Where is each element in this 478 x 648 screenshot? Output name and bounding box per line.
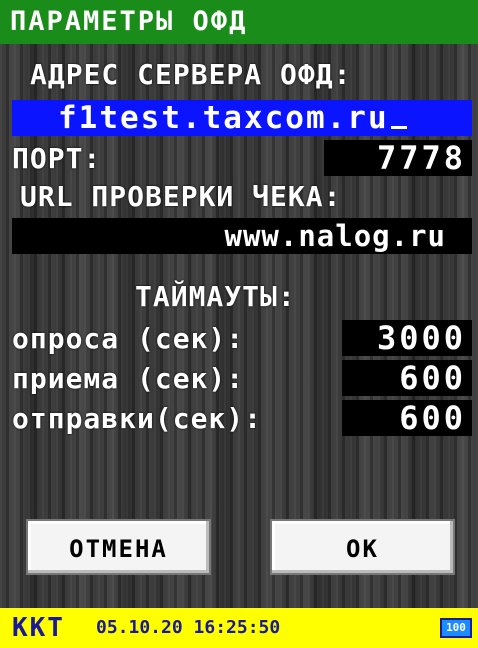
receipt-check-url-field[interactable]: www.nalog.ru	[12, 218, 472, 254]
server-address-label: АДРЕС СЕРВЕРА ОФД:	[30, 58, 352, 91]
text-cursor	[390, 100, 407, 129]
port-field[interactable]: 7778	[324, 140, 472, 176]
cancel-button[interactable]: ОТМЕНА	[26, 519, 211, 575]
status-bar: ККТ 05.10.20 16:25:50 100	[0, 608, 478, 648]
port-label: ПОРТ:	[12, 142, 102, 175]
receive-timeout-label: приема (сек):	[12, 362, 245, 395]
receive-timeout-field[interactable]: 600	[342, 360, 472, 396]
poll-timeout-field[interactable]: 3000	[342, 320, 472, 356]
status-datetime: 05.10.20 16:25:50	[96, 617, 281, 638]
poll-timeout-label: опроса (сек):	[12, 322, 245, 355]
send-timeout-label: отправки(сек):	[12, 402, 263, 435]
device-label: ККТ	[12, 613, 65, 643]
battery-icon: 100	[440, 618, 472, 638]
server-address-field[interactable]: f1test.taxcom.ru	[12, 100, 472, 136]
receipt-check-url-label: URL ПРОВЕРКИ ЧЕКА:	[20, 180, 342, 213]
server-address-value: f1test.taxcom.ru	[58, 100, 389, 136]
page-title: ПАРАМЕТРЫ ОФД	[0, 0, 478, 44]
send-timeout-field[interactable]: 600	[342, 400, 472, 436]
ok-button[interactable]: OK	[270, 519, 455, 575]
timeouts-heading: ТАЙМАУТЫ:	[135, 280, 296, 313]
